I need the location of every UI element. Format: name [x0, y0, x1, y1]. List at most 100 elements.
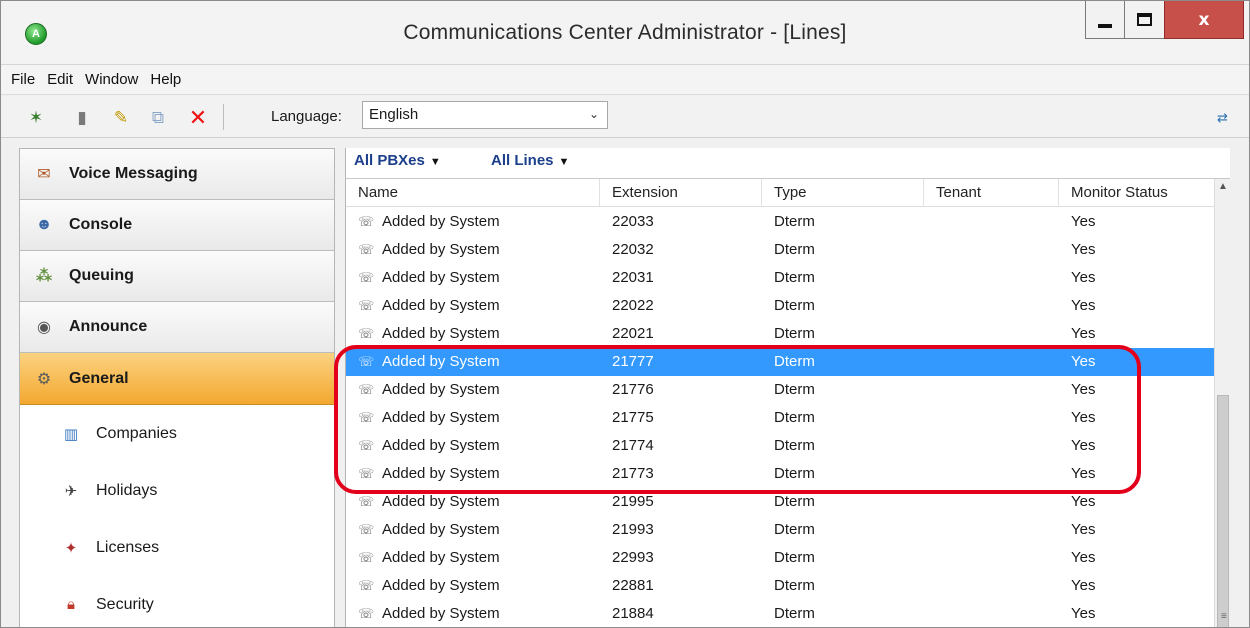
table-row[interactable]: ☏ Added by System 21777 Dterm Yes	[346, 348, 1214, 376]
table-row[interactable]: ☏ Added by System 22032 Dterm Yes	[346, 236, 1214, 264]
column-header-extension[interactable]: Extension	[600, 179, 762, 207]
cell-name-text: Added by System	[382, 549, 500, 566]
cell-type: Dterm	[774, 320, 815, 348]
table-row[interactable]: ☏ Added by System 22022 Dterm Yes	[346, 292, 1214, 320]
nav-voice-messaging[interactable]: ✉ Voice Messaging	[20, 149, 334, 200]
cell-monitor-status: Yes	[1071, 572, 1095, 600]
cell-monitor-status: Yes	[1071, 376, 1095, 404]
new-item-icon[interactable]: ▮	[71, 108, 93, 128]
cell-name: ☏ Added by System	[358, 292, 500, 320]
vertical-scrollbar[interactable]: ▲ ≡	[1214, 179, 1231, 627]
nav-queuing[interactable]: ⁂ Queuing	[20, 251, 334, 302]
cell-type: Dterm	[774, 348, 815, 376]
table-row[interactable]: ☏ Added by System 22031 Dterm Yes	[346, 264, 1214, 292]
cell-name-text: Added by System	[382, 437, 500, 454]
cell-name-text: Added by System	[382, 241, 500, 258]
cell-monitor-status: Yes	[1071, 544, 1095, 572]
cell-extension: 21777	[612, 348, 654, 376]
line-icon: ☏	[358, 494, 375, 509]
menu-file[interactable]: File	[11, 71, 35, 88]
column-header-tenant[interactable]: Tenant	[924, 179, 1059, 207]
table-row[interactable]: ☏ Added by System 21993 Dterm Yes	[346, 516, 1214, 544]
table-row[interactable]: ☏ Added by System 22033 Dterm Yes	[346, 208, 1214, 236]
cell-monitor-status-text: Yes	[1071, 465, 1096, 482]
delete-icon[interactable]: ✕	[187, 105, 209, 130]
refresh-icon[interactable]: ⇄	[1217, 110, 1228, 126]
nav-console[interactable]: ☻ Console	[20, 200, 334, 251]
cell-extension-text: 22031	[612, 269, 654, 286]
menu-edit[interactable]: Edit	[47, 71, 73, 88]
cell-monitor-status-text: Yes	[1071, 297, 1096, 314]
menu-bar: File Edit Window Help	[1, 65, 1249, 95]
line-icon: ☏	[358, 242, 375, 257]
cell-type-text: Dterm	[774, 521, 815, 538]
sub-item-holidays[interactable]: ✈ Holidays	[20, 462, 334, 519]
cell-name-text: Added by System	[382, 325, 500, 342]
maximize-button[interactable]	[1124, 1, 1165, 39]
table-row[interactable]: ☏ Added by System 21884 Dterm Yes	[346, 600, 1214, 627]
lines-table: Name Extension Type Tenant Monitor Statu…	[346, 178, 1231, 627]
cell-type-text: Dterm	[774, 213, 815, 230]
cell-type-text: Dterm	[774, 493, 815, 510]
table-row[interactable]: ☏ Added by System 21776 Dterm Yes	[346, 376, 1214, 404]
sub-item-security[interactable]: 🔒︎ Security	[20, 576, 334, 627]
cell-name: ☏ Added by System	[358, 404, 500, 432]
cell-type-text: Dterm	[774, 325, 815, 342]
cell-extension-text: 22993	[612, 549, 654, 566]
cell-type-text: Dterm	[774, 549, 815, 566]
menu-help[interactable]: Help	[150, 71, 181, 88]
cell-monitor-status-text: Yes	[1071, 549, 1096, 566]
sub-item-licenses[interactable]: ✦ Licenses	[20, 519, 334, 576]
table-row[interactable]: ☏ Added by System 22881 Dterm Yes	[346, 572, 1214, 600]
nav-label: General	[69, 369, 129, 387]
table-row[interactable]: ☏ Added by System 21773 Dterm Yes	[346, 460, 1214, 488]
dropdown-arrow-icon: ▼	[558, 156, 570, 168]
cell-type: Dterm	[774, 264, 815, 292]
table-row[interactable]: ☏ Added by System 22021 Dterm Yes	[346, 320, 1214, 348]
cell-name-text: Added by System	[382, 409, 500, 426]
sub-item-companies[interactable]: ▥ Companies	[20, 405, 334, 462]
grip-icon: ≡	[1221, 611, 1227, 622]
column-header-monitor-status[interactable]: Monitor Status	[1059, 179, 1214, 207]
minimize-button[interactable]	[1085, 1, 1125, 39]
toolbar: ✶ ▮ ✎ ⧉ ✕ Language: English ⌄ ⇄	[1, 96, 1249, 138]
cell-name-text: Added by System	[382, 605, 500, 622]
cell-name: ☏ Added by System	[358, 572, 500, 600]
cell-extension: 22021	[612, 320, 654, 348]
nav-general[interactable]: ⚙ General	[20, 353, 334, 405]
column-header-type[interactable]: Type	[762, 179, 924, 207]
menu-window[interactable]: Window	[85, 71, 138, 88]
cell-monitor-status: Yes	[1071, 292, 1095, 320]
nav-label: Voice Messaging	[69, 165, 198, 182]
close-button[interactable]: x	[1164, 1, 1244, 39]
pbx-filter-label: All PBXes	[354, 152, 425, 169]
edit-icon[interactable]: ✎	[110, 108, 132, 128]
scroll-up-icon[interactable]: ▲	[1215, 181, 1231, 199]
dropdown-arrow-icon: ▼	[429, 156, 441, 168]
cell-monitor-status-text: Yes	[1071, 521, 1096, 538]
lines-filter-dropdown[interactable]: All Lines ▼	[491, 152, 569, 169]
voice-messaging-icon: ✉	[37, 166, 51, 183]
copy-icon[interactable]: ⧉	[147, 108, 169, 128]
cell-extension-text: 22881	[612, 577, 654, 594]
cell-name: ☏ Added by System	[358, 208, 500, 236]
cell-name: ☏ Added by System	[358, 348, 500, 376]
table-row[interactable]: ☏ Added by System 21995 Dterm Yes	[346, 488, 1214, 516]
cell-type-text: Dterm	[774, 241, 815, 258]
cell-extension-text: 22033	[612, 213, 654, 230]
cell-type: Dterm	[774, 208, 815, 236]
scroll-thumb[interactable]: ≡	[1217, 395, 1229, 627]
nav-announce[interactable]: ◉ Announce	[20, 302, 334, 353]
cell-monitor-status: Yes	[1071, 320, 1095, 348]
column-header-name[interactable]: Name	[346, 179, 600, 207]
maximize-icon	[1137, 13, 1152, 26]
table-row[interactable]: ☏ Added by System 22993 Dterm Yes	[346, 544, 1214, 572]
cell-monitor-status-text: Yes	[1071, 325, 1096, 342]
language-select[interactable]: English ⌄	[362, 101, 608, 129]
pbx-filter-dropdown[interactable]: All PBXes ▼	[354, 152, 441, 169]
cell-extension-text: 22022	[612, 297, 654, 314]
table-row[interactable]: ☏ Added by System 21775 Dterm Yes	[346, 404, 1214, 432]
table-row[interactable]: ☏ Added by System 21774 Dterm Yes	[346, 432, 1214, 460]
nav-label: Console	[69, 216, 133, 233]
wizard-icon[interactable]: ✶	[25, 108, 47, 128]
